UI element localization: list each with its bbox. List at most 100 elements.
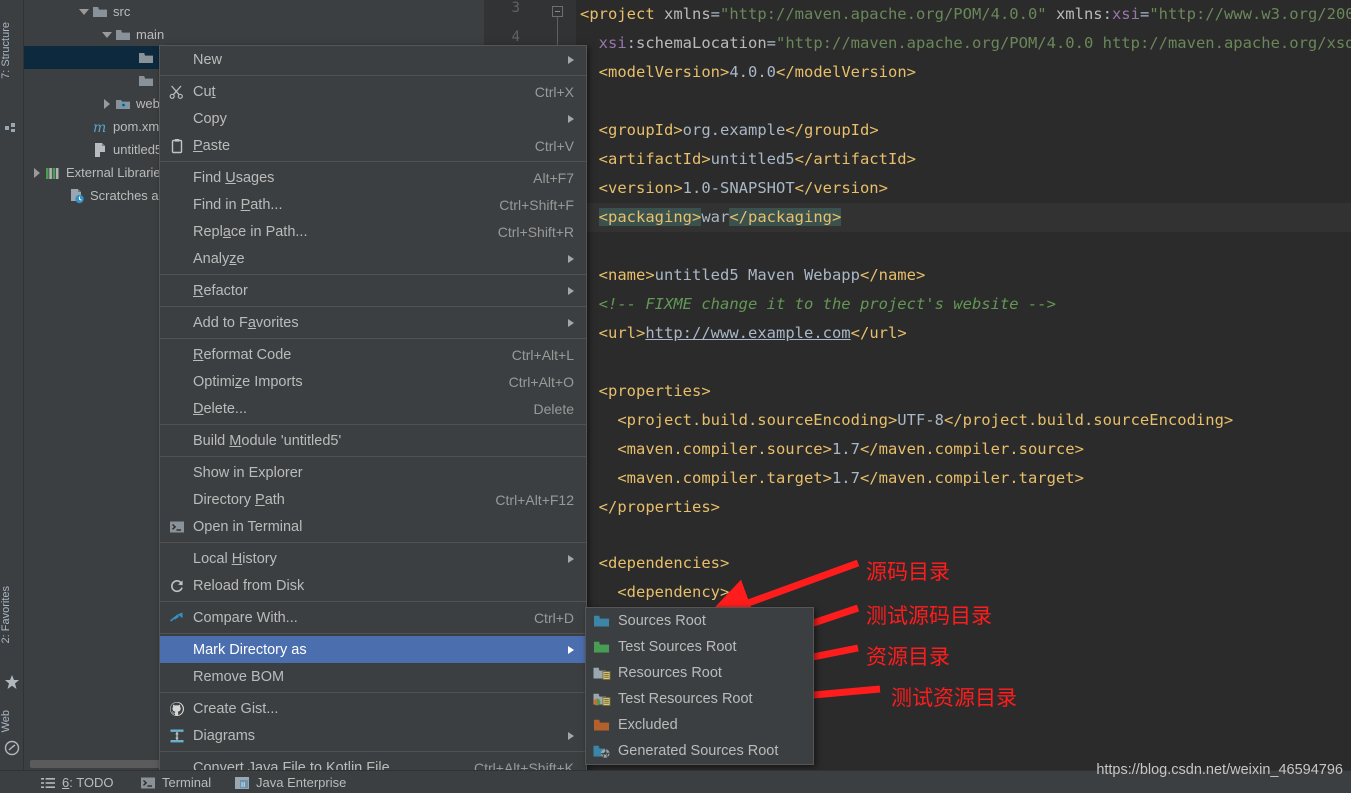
code-token: UTF-8	[897, 411, 944, 429]
menu-item-paste[interactable]: Paste Ctrl+V	[160, 132, 586, 159]
status-bar-item-java-enterprise[interactable]: II Java Enterprise	[234, 771, 346, 793]
folder-icon	[138, 50, 154, 66]
menu-item-label: Remove BOM	[193, 668, 285, 685]
menu-item-optimize-imports[interactable]: Optimize Imports Ctrl+Alt+O	[160, 368, 586, 395]
menu-item-label: Local History	[193, 550, 277, 567]
code-token: :	[1102, 5, 1112, 23]
menu-item-label: Replace in Path...	[193, 223, 308, 240]
code-line: <modelVersion>4.0.0</modelVersion>	[580, 58, 916, 88]
tree-row[interactable]: main	[24, 23, 484, 46]
menu-item-add-to-favorites[interactable]: Add to Favorites	[160, 309, 586, 336]
code-line: <maven.compiler.target>1.7</maven.compil…	[580, 464, 1084, 494]
code-token: <project	[580, 5, 655, 23]
menu-item-compare-with[interactable]: Compare With... Ctrl+D	[160, 604, 586, 631]
code-token: xmlns	[1046, 5, 1103, 23]
left-tool-window-strip[interactable]: 7: Structure 2: Favorites Web	[0, 0, 24, 772]
code-token: 1.0-SNAPSHOT	[682, 179, 795, 197]
code-token: untitled5	[710, 150, 795, 168]
menu-item-label: Cut	[193, 83, 216, 100]
code-token: <project.build.sourceEncoding>	[617, 411, 898, 429]
code-token: <packaging>	[598, 208, 702, 226]
menu-separator	[160, 424, 586, 425]
annotation-label: 资源目录	[866, 645, 950, 669]
status-bar-item-label: Terminal	[162, 775, 212, 790]
fold-toggle-icon[interactable]	[552, 6, 563, 17]
tool-tab-structure-label: 7: Structure	[0, 22, 12, 79]
menu-item-directory-path[interactable]: Directory Path Ctrl+Alt+F12	[160, 486, 586, 513]
code-token: untitled5 Maven Webapp	[654, 266, 860, 284]
menu-item-show-in-explorer[interactable]: Show in Explorer	[160, 459, 586, 486]
menu-item-find-in-path[interactable]: Find in Path... Ctrl+Shift+F	[160, 191, 586, 218]
tool-tab-favorites-label: 2: Favorites	[0, 586, 12, 644]
submenu-arrow-icon	[568, 55, 574, 64]
menu-item-label: Show in Explorer	[193, 464, 303, 481]
status-bar-item-6-todo[interactable]: 6: TODO	[40, 771, 114, 793]
menu-item-refactor[interactable]: Refactor	[160, 277, 586, 304]
java-ee-icon: II	[234, 775, 250, 791]
submenu-item-excluded[interactable]: Excluded	[586, 712, 813, 738]
menu-item-copy[interactable]: Copy	[160, 105, 586, 132]
folder-icon	[92, 4, 108, 20]
code-line: <project xmlns="http://maven.apache.org/…	[580, 0, 1351, 30]
code-token: </name>	[859, 266, 926, 284]
tool-tab-favorites[interactable]: 2: Favorites	[0, 586, 24, 643]
folder-green-icon	[593, 639, 611, 655]
menu-item-cut[interactable]: Cut Ctrl+X	[160, 78, 586, 105]
tree-row[interactable]: src	[24, 0, 484, 23]
menu-item-label: Open in Terminal	[193, 518, 303, 535]
chevron-right-icon[interactable]	[32, 167, 42, 178]
code-token: <artifactId>	[598, 150, 711, 168]
menu-item-open-in-terminal[interactable]: Open in Terminal	[160, 513, 586, 540]
menu-separator	[160, 274, 586, 275]
chevron-down-icon[interactable]	[79, 7, 89, 17]
menu-item-find-usages[interactable]: Find Usages Alt+F7	[160, 164, 586, 191]
menu-item-diagrams[interactable]: Diagrams	[160, 722, 586, 749]
submenu-item-sources-root[interactable]: Sources Root	[586, 608, 813, 634]
menu-item-mark-directory-as[interactable]: Mark Directory as	[160, 636, 586, 663]
menu-item-shortcut: Ctrl+Alt+L	[511, 346, 574, 363]
submenu-arrow-icon	[568, 645, 574, 654]
tool-tab-web[interactable]: Web	[0, 710, 24, 732]
github-icon	[169, 701, 185, 717]
menu-item-replace-in-path[interactable]: Replace in Path... Ctrl+Shift+R	[160, 218, 586, 245]
context-menu[interactable]: New Cut Ctrl+X Copy Paste Ctrl+V Find Usages Al…	[159, 45, 587, 782]
menu-separator	[160, 542, 586, 543]
status-bar-item-terminal[interactable]: Terminal	[140, 771, 211, 793]
menu-item-remove-bom[interactable]: Remove BOM	[160, 663, 586, 690]
submenu-item-test-resources-root[interactable]: Test Resources Root	[586, 686, 813, 712]
terminal-icon	[169, 519, 185, 535]
menu-separator	[160, 75, 586, 76]
menu-item-reload-from-disk[interactable]: Reload from Disk	[160, 572, 586, 599]
code-line: <url>http://www.example.com</url>	[580, 319, 907, 349]
menu-item-build-module-untitled5[interactable]: Build Module 'untitled5'	[160, 427, 586, 454]
menu-item-shortcut: Ctrl+Shift+F	[499, 196, 574, 213]
submenu-item-resources-root[interactable]: Resources Root	[586, 660, 813, 686]
menu-item-label: New	[193, 51, 223, 68]
code-token: =	[766, 34, 777, 52]
chevron-down-icon[interactable]	[102, 30, 112, 40]
menu-item-local-history[interactable]: Local History	[160, 545, 586, 572]
tool-tab-structure[interactable]: 7: Structure	[0, 22, 24, 79]
menu-item-reformat-code[interactable]: Reformat Code Ctrl+Alt+L	[160, 341, 586, 368]
menu-item-create-gist[interactable]: Create Gist...	[160, 695, 586, 722]
submenu-item-label: Sources Root	[618, 613, 706, 629]
code-token: </maven.compiler.source>	[859, 440, 1084, 458]
submenu-item-generated-sources-root[interactable]: Generated Sources Root	[586, 738, 813, 764]
menu-item-analyze[interactable]: Analyze	[160, 245, 586, 272]
web-icon	[4, 740, 20, 756]
menu-item-label: Find in Path...	[193, 196, 283, 213]
code-line: <maven.compiler.source>1.7</maven.compil…	[580, 435, 1084, 465]
menu-item-new[interactable]: New	[160, 46, 586, 73]
menu-item-shortcut: Ctrl+Shift+R	[497, 223, 574, 240]
menu-item-label: Diagrams	[193, 727, 256, 744]
structure-icon	[4, 118, 20, 134]
code-line: <project.build.sourceEncoding>UTF-8</pro…	[580, 406, 1233, 436]
chevron-right-icon[interactable]	[102, 98, 112, 109]
code-token: </groupId>	[785, 121, 879, 139]
code-token: <!-- FIXME change it to the project's we…	[598, 295, 1056, 313]
submenu-item-test-sources-root[interactable]: Test Sources Root	[586, 634, 813, 660]
mark-directory-as-submenu[interactable]: Sources Root Test Sources Root Resources R…	[585, 607, 814, 765]
menu-item-delete[interactable]: Delete... Delete	[160, 395, 586, 422]
